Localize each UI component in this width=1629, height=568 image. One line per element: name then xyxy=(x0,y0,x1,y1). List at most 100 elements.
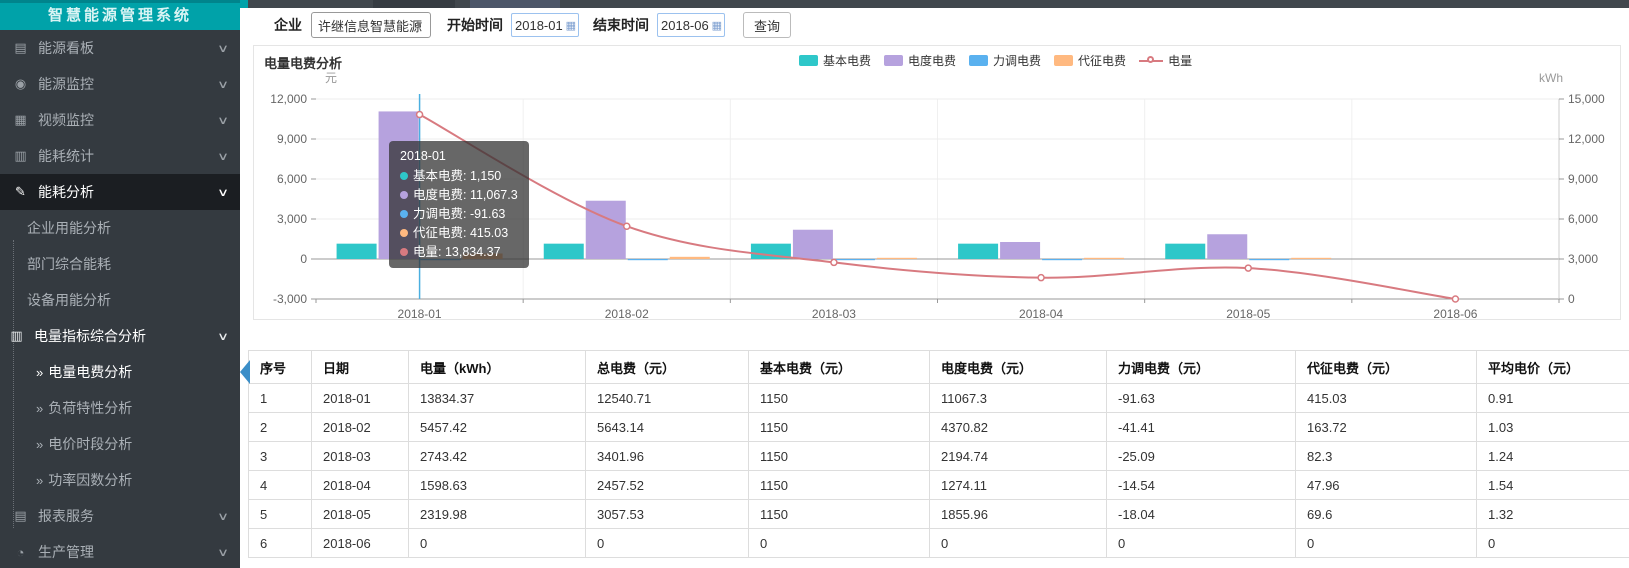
legend-item-degree-fee[interactable]: 电度电费 xyxy=(884,52,956,69)
legend-label: 电量 xyxy=(1168,52,1192,69)
table-cell: -25.09 xyxy=(1107,442,1296,471)
end-date-input[interactable]: 2018-06 ▦ xyxy=(657,13,725,37)
sidebar-item-label: 能耗统计 xyxy=(38,146,94,166)
series-dot-icon xyxy=(400,191,408,199)
table-cell: -91.63 xyxy=(1107,384,1296,413)
sidebar-item-enterprise-energy-analysis[interactable]: 企业用能分析 xyxy=(0,210,240,246)
legend-item-collection-fee[interactable]: 代征电费 xyxy=(1054,52,1126,69)
table-cell: 5643.14 xyxy=(586,413,749,442)
svg-text:0: 0 xyxy=(300,252,307,266)
table-cell: 13834.37 xyxy=(409,384,586,413)
calendar-icon[interactable]: ▦ xyxy=(712,19,722,32)
table-cell: 3057.53 xyxy=(586,500,749,529)
sidebar-item-energy-monitoring[interactable]: ◉能源监控∨ xyxy=(0,66,240,102)
double-arrow-icon: » xyxy=(36,437,43,452)
double-arrow-icon: » xyxy=(36,365,43,380)
sidebar-item-load-characteristic-analysis[interactable]: »负荷特性分析 xyxy=(0,390,240,426)
tooltip-row: 基本电费: 1,150 xyxy=(400,167,518,186)
end-date-value: 2018-06 xyxy=(661,18,709,33)
sidebar-item-energy-dashboard[interactable]: ▤能源看板∨ xyxy=(0,30,240,66)
company-select-value: 许继信息智慧能源 xyxy=(318,16,422,35)
query-toolbar: 企业 许继信息智慧能源 ▼ 开始时间 2018-01 ▦ 结束时间 2018-0… xyxy=(240,8,1629,42)
table-cell: 5 xyxy=(249,500,312,529)
sidebar-item-price-period-analysis[interactable]: » 电价时段分析 xyxy=(0,426,240,462)
bar-chart-icon: ▥ xyxy=(8,328,25,344)
sidebar-item-label: 负荷特性分析 xyxy=(48,398,132,418)
sidebar-item-production-management[interactable]: ◔生产管理∨ xyxy=(0,534,240,568)
sidebar-item-label: 电量电费分析 xyxy=(48,362,132,382)
svg-text:2018-03: 2018-03 xyxy=(812,307,856,319)
table-cell: 6 xyxy=(249,529,312,558)
chevron-down-icon: ∨ xyxy=(217,114,229,127)
sidebar-item-label: 电价时段分析 xyxy=(48,434,132,454)
series-dot-icon xyxy=(400,248,408,256)
table-cell: 0 xyxy=(586,529,749,558)
sidebar-item-label: 部门综合能耗 xyxy=(27,254,111,274)
sidebar-item-label: 视频监控 xyxy=(38,110,94,130)
sidebar-item-energy-analysis[interactable]: ✎能耗分析∨ xyxy=(0,174,240,210)
table-header-cell: 基本电费（元） xyxy=(749,351,930,384)
query-button[interactable]: 查询 xyxy=(743,12,791,38)
table-header-cell: 代征电费（元） xyxy=(1296,351,1477,384)
legend-swatch xyxy=(799,55,818,66)
svg-text:0: 0 xyxy=(1568,292,1575,306)
legend-item-basic-fee[interactable]: 基本电费 xyxy=(799,52,871,69)
svg-text:9,000: 9,000 xyxy=(277,132,307,146)
table-cell: 0 xyxy=(930,529,1107,558)
legend-item-energy[interactable]: 电量 xyxy=(1139,52,1192,69)
sidebar-nav: ▤能源看板∨◉能源监控∨▦视频监控∨▥能耗统计∨✎能耗分析∨企业用能分析部门综合… xyxy=(0,30,240,568)
sidebar: 智慧能源管理系统 ▤能源看板∨◉能源监控∨▦视频监控∨▥能耗统计∨✎能耗分析∨企… xyxy=(0,0,240,568)
legend-swatch xyxy=(969,55,988,66)
table-cell: 2018-01 xyxy=(312,384,409,413)
end-time-label: 结束时间 xyxy=(593,15,649,35)
sidebar-item-device-energy-analysis[interactable]: 设备用能分析 xyxy=(0,282,240,318)
table-cell: 1274.11 xyxy=(930,471,1107,500)
table-row: 12018-0113834.3712540.71115011067.3-91.6… xyxy=(249,384,1629,413)
sidebar-item-label: 报表服务 xyxy=(38,506,94,526)
sidebar-item-video-monitoring[interactable]: ▦视频监控∨ xyxy=(0,102,240,138)
strip-blue-segment xyxy=(470,0,560,8)
tooltip-title: 2018-01 xyxy=(400,147,518,166)
table-header-cell: 力调电费（元） xyxy=(1107,351,1296,384)
svg-text:2018-02: 2018-02 xyxy=(605,307,649,319)
legend-label: 基本电费 xyxy=(823,52,871,69)
table-cell: 2018-03 xyxy=(312,442,409,471)
table-cell: 1855.96 xyxy=(930,500,1107,529)
table-cell: 3 xyxy=(249,442,312,471)
table-cell: 47.96 xyxy=(1296,471,1477,500)
series-dot-icon xyxy=(400,229,408,237)
svg-text:6,000: 6,000 xyxy=(277,172,307,186)
tooltip-row: 代征电费: 415.03 xyxy=(400,224,518,243)
table-cell: 11067.3 xyxy=(930,384,1107,413)
svg-text:2018-04: 2018-04 xyxy=(1019,307,1063,319)
table-row: 62018-060000000 xyxy=(249,529,1629,558)
svg-text:3,000: 3,000 xyxy=(277,212,307,226)
table-cell: 1.24 xyxy=(1477,442,1629,471)
table-cell: 1150 xyxy=(749,384,930,413)
app-title: 智慧能源管理系统 xyxy=(0,0,240,30)
table-cell: 1150 xyxy=(749,471,930,500)
table-header-cell: 日期 xyxy=(312,351,409,384)
sidebar-item-label: 生产管理 xyxy=(38,542,94,562)
start-date-input[interactable]: 2018-01 ▦ xyxy=(511,13,579,37)
calendar-icon[interactable]: ▦ xyxy=(566,19,576,32)
table-cell: 2 xyxy=(249,413,312,442)
sidebar-item-department-energy[interactable]: 部门综合能耗 xyxy=(0,246,240,282)
table-row: 22018-025457.425643.1411504370.82-41.411… xyxy=(249,413,1629,442)
sidebar-item-report-service[interactable]: ▤报表服务∨ xyxy=(0,498,240,534)
svg-text:元: 元 xyxy=(325,71,337,85)
chevron-down-icon: ▼ xyxy=(414,20,424,31)
table-cell: 2194.74 xyxy=(930,442,1107,471)
sidebar-item-energy-statistics[interactable]: ▥能耗统计∨ xyxy=(0,138,240,174)
table-header-cell: 总电费（元） xyxy=(586,351,749,384)
sidebar-item-power-fee-analysis[interactable]: » 电量电费分析 xyxy=(0,354,240,390)
company-select[interactable]: 许继信息智慧能源 ▼ xyxy=(311,12,431,38)
sidebar-item-power-indicator-analysis[interactable]: ▥电量指标综合分析∨ xyxy=(0,318,240,354)
table-cell: 69.6 xyxy=(1296,500,1477,529)
sidebar-item-label: 企业用能分析 xyxy=(27,218,111,238)
legend-item-power-adjust-fee[interactable]: 力调电费 xyxy=(969,52,1041,69)
sidebar-item-power-factor-analysis[interactable]: »功率因数分析 xyxy=(0,462,240,498)
table-cell: 2457.52 xyxy=(586,471,749,500)
table-cell: 3401.96 xyxy=(586,442,749,471)
data-table: 序号日期电量（kWh）总电费（元）基本电费（元）电度电费（元）力调电费（元）代征… xyxy=(248,350,1629,558)
